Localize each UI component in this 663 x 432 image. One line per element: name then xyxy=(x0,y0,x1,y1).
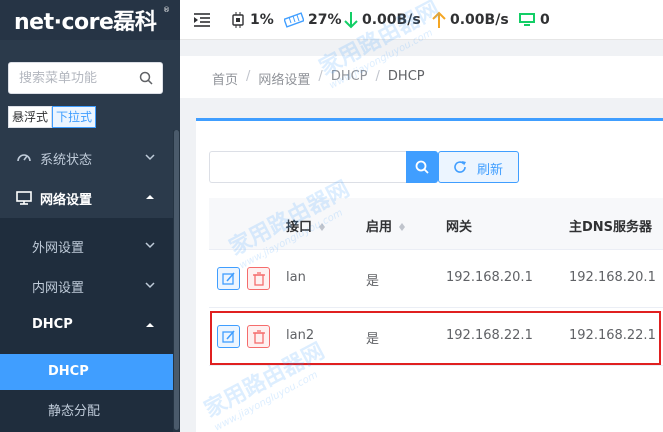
menu-wan-settings-label: 外网设置 xyxy=(32,241,85,256)
table-header: 接口 启用 网关 主DNS服务器 xyxy=(209,198,663,250)
trash-icon xyxy=(253,272,265,286)
sidebar-scrollbar[interactable] xyxy=(173,130,180,432)
chevron-down-icon xyxy=(145,151,155,161)
collapse-menu-icon[interactable] xyxy=(192,10,216,30)
arrow-up-icon xyxy=(432,11,446,28)
chevron-up-icon xyxy=(145,319,155,329)
sort-icon[interactable] xyxy=(318,220,326,232)
online-clients: 0 xyxy=(518,10,550,30)
breadcrumb-current: DHCP xyxy=(387,69,425,84)
monitor-icon xyxy=(16,190,32,206)
column-header-enabled[interactable]: 启用 xyxy=(366,216,406,235)
menu-network-settings-label: 网络设置 xyxy=(40,193,93,208)
refresh-label: 刷新 xyxy=(477,163,504,178)
chevron-down-icon xyxy=(145,239,155,249)
menu-lan-settings[interactable]: 内网设置 xyxy=(0,266,173,306)
menu-dhcp-item[interactable]: DHCP xyxy=(0,354,173,390)
menu-search-input[interactable] xyxy=(19,69,134,87)
delete-button[interactable] xyxy=(247,267,270,290)
download-value: 0.00B/s xyxy=(362,12,421,28)
edit-button[interactable] xyxy=(217,267,240,290)
chevron-up-icon xyxy=(145,191,155,201)
computer-icon xyxy=(519,13,535,26)
memory-icon xyxy=(284,12,304,28)
column-header-primary-dns: 主DNS服务器 xyxy=(569,220,653,235)
arrow-down-icon xyxy=(344,12,358,29)
filter-search-button[interactable] xyxy=(406,151,438,183)
cpu-value: 1% xyxy=(250,12,274,28)
menu-static-allocation-label: 静态分配 xyxy=(48,404,101,419)
breadcrumb-dhcp-group[interactable]: DHCP xyxy=(331,69,368,88)
mode-dropdown-button[interactable]: 下拉式 xyxy=(52,106,97,128)
breadcrumb-bar: 首页 / 网络设置 / DHCP / DHCP xyxy=(180,56,663,98)
table-filter-input[interactable] xyxy=(209,151,407,183)
menu-static-allocation[interactable]: 静态分配 xyxy=(0,390,173,426)
menu-lan-settings-label: 内网设置 xyxy=(32,281,85,296)
edit-icon xyxy=(222,272,235,285)
annotation-highlight-box xyxy=(210,311,661,365)
logo-text: net·core磊科 xyxy=(14,10,157,35)
cell-gateway: 192.168.20.1 xyxy=(446,270,533,285)
menu-network-settings[interactable]: 网络设置 xyxy=(0,178,173,218)
breadcrumb-network[interactable]: 网络设置 xyxy=(258,69,310,88)
refresh-button[interactable]: 刷新 xyxy=(438,151,519,183)
menu-dhcp-item-label: DHCP xyxy=(48,364,89,379)
column-header-gateway: 网关 xyxy=(446,220,473,235)
top-bar: 1% 27% 0.00B/s 0.00B/s 0 xyxy=(180,0,663,40)
upload-value: 0.00B/s xyxy=(450,12,509,28)
sort-icon[interactable] xyxy=(398,220,406,232)
cell-primary-dns: 192.168.20.1 xyxy=(569,270,656,285)
cpu-icon xyxy=(232,12,244,28)
refresh-icon xyxy=(454,161,466,173)
sidebar: net·core磊科 ® 悬浮式 下拉式 系统状态 网络设置 外网设置 内网设置 xyxy=(0,0,180,432)
menu-wan-settings[interactable]: 外网设置 xyxy=(0,226,173,266)
memory-value: 27% xyxy=(308,12,342,28)
menu-system-status[interactable]: 系统状态 xyxy=(0,138,173,178)
chevron-down-icon xyxy=(145,279,155,289)
scrollbar-thumb[interactable] xyxy=(174,130,179,430)
menu-search-box xyxy=(8,62,163,94)
menu-dhcp-group-label: DHCP xyxy=(32,317,73,332)
cell-interface: lan xyxy=(286,270,306,285)
menu-system-status-label: 系统状态 xyxy=(40,153,93,168)
breadcrumb: 首页 / 网络设置 / DHCP / DHCP xyxy=(212,69,425,88)
brand-logo[interactable]: net·core磊科 ® xyxy=(0,0,180,40)
column-header-interface[interactable]: 接口 xyxy=(286,216,326,235)
menu-dhcp-group[interactable]: DHCP xyxy=(0,306,173,346)
clients-value: 0 xyxy=(540,12,550,28)
memory-usage: 27% xyxy=(284,10,342,30)
table-row: lan 是 192.168.20.1 192.168.20.1 xyxy=(209,250,663,308)
cell-enabled: 是 xyxy=(366,274,380,289)
registered-mark: ® xyxy=(163,6,170,14)
download-speed: 0.00B/s xyxy=(344,10,421,30)
upload-speed: 0.00B/s xyxy=(432,10,509,30)
mode-floating-button[interactable]: 悬浮式 xyxy=(8,106,53,128)
menu-mode-switch: 悬浮式 下拉式 xyxy=(8,106,97,128)
gauge-icon xyxy=(16,150,32,166)
breadcrumb-home[interactable]: 首页 xyxy=(212,69,238,88)
search-icon[interactable] xyxy=(139,71,153,85)
search-icon xyxy=(415,160,429,174)
cpu-usage: 1% xyxy=(230,10,274,30)
